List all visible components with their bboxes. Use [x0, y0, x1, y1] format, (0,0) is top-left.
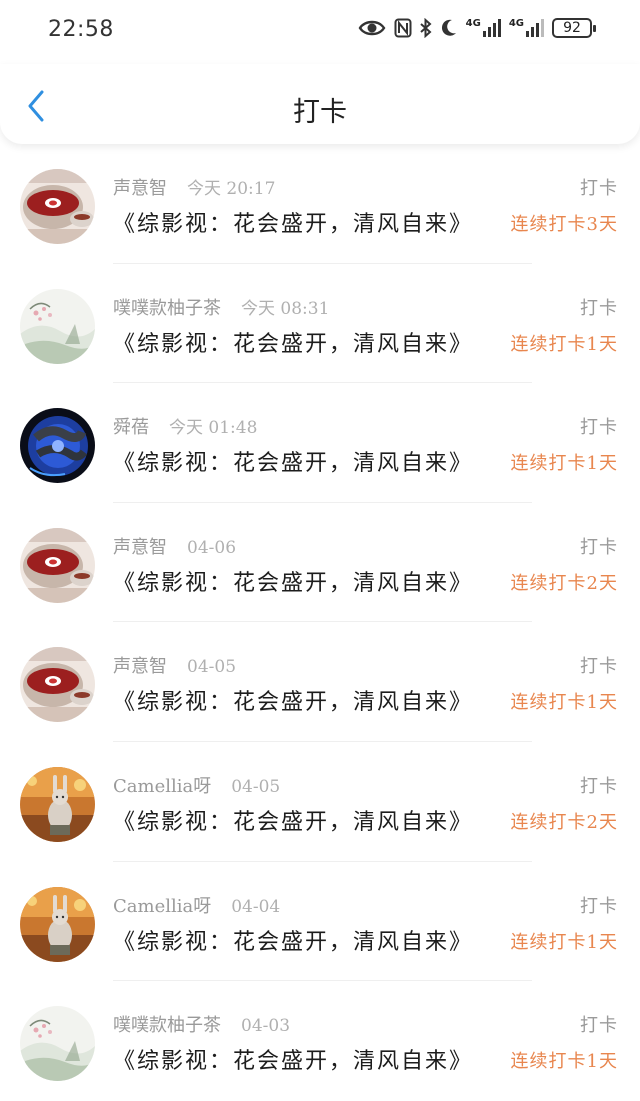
eye-icon — [358, 18, 386, 38]
action-label: 打卡 — [580, 1015, 618, 1037]
moon-icon — [440, 18, 458, 38]
book-title[interactable]: 《综影视：花会盛开，清风自来》 — [113, 565, 473, 597]
item-meta: 噗噗款柚子茶 今天 08:31 — [113, 294, 329, 320]
list-item[interactable]: 舜蓓 今天 01:48 《综影视：花会盛开，清风自来》 打卡 连续打卡1天 — [0, 383, 640, 503]
streak-label: 连续打卡2天 — [510, 572, 618, 594]
status-time: 22:58 — [48, 17, 114, 42]
action-label: 打卡 — [580, 417, 618, 439]
action-label: 打卡 — [580, 297, 618, 319]
timestamp: 04-04 — [231, 896, 281, 917]
streak-label: 连续打卡1天 — [510, 333, 618, 355]
list-item[interactable]: 噗噗款柚子茶 今天 08:31 《综影视：花会盛开，清风自来》 打卡 连续打卡1… — [0, 264, 640, 384]
page-title: 打卡 — [293, 97, 347, 128]
list-item[interactable]: 声意智 今天 20:17 《综影视：花会盛开，清风自来》 打卡 连续打卡3天 — [0, 144, 640, 264]
ink-painting-avatar[interactable] — [20, 288, 95, 364]
book-title[interactable]: 《综影视：花会盛开，清风自来》 — [113, 445, 473, 477]
action-label: 打卡 — [580, 656, 618, 678]
bunny-avatar[interactable] — [20, 886, 95, 962]
list-item[interactable]: Camellia呀 04-05 《综影视：花会盛开，清风自来》 打卡 连续打卡2… — [0, 742, 640, 862]
network-type-label: 4G — [508, 18, 524, 29]
item-meta: 舜蓓 今天 01:48 — [113, 413, 257, 439]
signal-icon-1: 4G — [466, 19, 501, 37]
list-item[interactable]: 声意智 04-06 《综影视：花会盛开，清风自来》 打卡 连续打卡2天 — [0, 503, 640, 623]
bluetooth-icon — [419, 18, 432, 38]
item-meta: 噗噗款柚子茶 04-03 — [113, 1011, 290, 1037]
user-name[interactable]: Camellia呀 — [113, 772, 211, 798]
user-name[interactable]: 噗噗款柚子茶 — [113, 1011, 221, 1037]
book-title[interactable]: 《综影视：花会盛开，清风自来》 — [113, 924, 473, 956]
checkin-list: 声意智 今天 20:17 《综影视：花会盛开，清风自来》 打卡 连续打卡3天 噗… — [0, 144, 640, 1101]
book-title[interactable]: 《综影视：花会盛开，清风自来》 — [113, 1043, 473, 1075]
blue-rose-avatar[interactable] — [20, 408, 95, 484]
tea-cup-avatar[interactable] — [20, 527, 95, 603]
book-title[interactable]: 《综影视：花会盛开，清风自来》 — [113, 206, 473, 238]
nfc-icon — [394, 18, 412, 38]
streak-label: 连续打卡3天 — [510, 214, 618, 235]
user-name[interactable]: Camellia呀 — [113, 892, 211, 918]
action-label: 打卡 — [580, 895, 618, 917]
timestamp: 今天 08:31 — [241, 298, 330, 319]
item-meta: 声意智 今天 20:17 — [113, 174, 275, 200]
book-title[interactable]: 《综影视：花会盛开，清风自来》 — [113, 684, 473, 716]
status-bar: 22:58 4G 4G 92 — [0, 0, 640, 64]
action-label: 打卡 — [580, 178, 618, 199]
book-title[interactable]: 《综影视：花会盛开，清风自来》 — [113, 804, 473, 836]
item-meta: 声意智 04-06 — [113, 533, 236, 559]
streak-label: 连续打卡1天 — [510, 931, 618, 953]
item-meta: Camellia呀 04-05 — [113, 772, 280, 798]
timestamp: 04-06 — [187, 537, 237, 558]
item-meta: 声意智 04-05 — [113, 652, 236, 678]
streak-label: 连续打卡1天 — [510, 453, 618, 475]
streak-label: 连续打卡1天 — [510, 692, 618, 714]
streak-label: 连续打卡1天 — [510, 1051, 618, 1073]
user-name[interactable]: 噗噗款柚子茶 — [113, 294, 221, 320]
bunny-avatar[interactable] — [20, 766, 95, 842]
ink-painting-avatar[interactable] — [20, 1006, 95, 1082]
timestamp: 今天 01:48 — [169, 418, 258, 439]
network-type-label: 4G — [465, 18, 481, 29]
signal-icon-2: 4G — [509, 19, 544, 37]
action-label: 打卡 — [580, 775, 618, 797]
list-item[interactable]: 声意智 04-05 《综影视：花会盛开，清风自来》 打卡 连续打卡1天 — [0, 622, 640, 742]
user-name[interactable]: 声意智 — [113, 174, 167, 200]
action-label: 打卡 — [580, 536, 618, 558]
list-item[interactable]: Camellia呀 04-04 《综影视：花会盛开，清风自来》 打卡 连续打卡1… — [0, 862, 640, 982]
user-name[interactable]: 声意智 — [113, 652, 167, 678]
tea-cup-avatar[interactable] — [20, 647, 95, 723]
user-name[interactable]: 声意智 — [113, 533, 167, 559]
timestamp: 04-05 — [187, 657, 237, 678]
timestamp: 04-03 — [241, 1016, 291, 1037]
battery-icon: 92 — [552, 18, 596, 38]
header: 打卡 — [0, 64, 640, 144]
list-item[interactable]: 噗噗款柚子茶 04-03 《综影视：花会盛开，清风自来》 打卡 连续打卡1天 — [0, 981, 640, 1101]
status-icons: 4G 4G 92 — [358, 18, 596, 38]
item-meta: Camellia呀 04-04 — [113, 892, 280, 918]
timestamp: 今天 20:17 — [187, 179, 276, 199]
user-name[interactable]: 舜蓓 — [113, 413, 149, 439]
timestamp: 04-05 — [231, 776, 281, 797]
streak-label: 连续打卡2天 — [510, 811, 618, 833]
tea-cup-avatar[interactable] — [20, 169, 95, 244]
book-title[interactable]: 《综影视：花会盛开，清风自来》 — [113, 326, 473, 358]
